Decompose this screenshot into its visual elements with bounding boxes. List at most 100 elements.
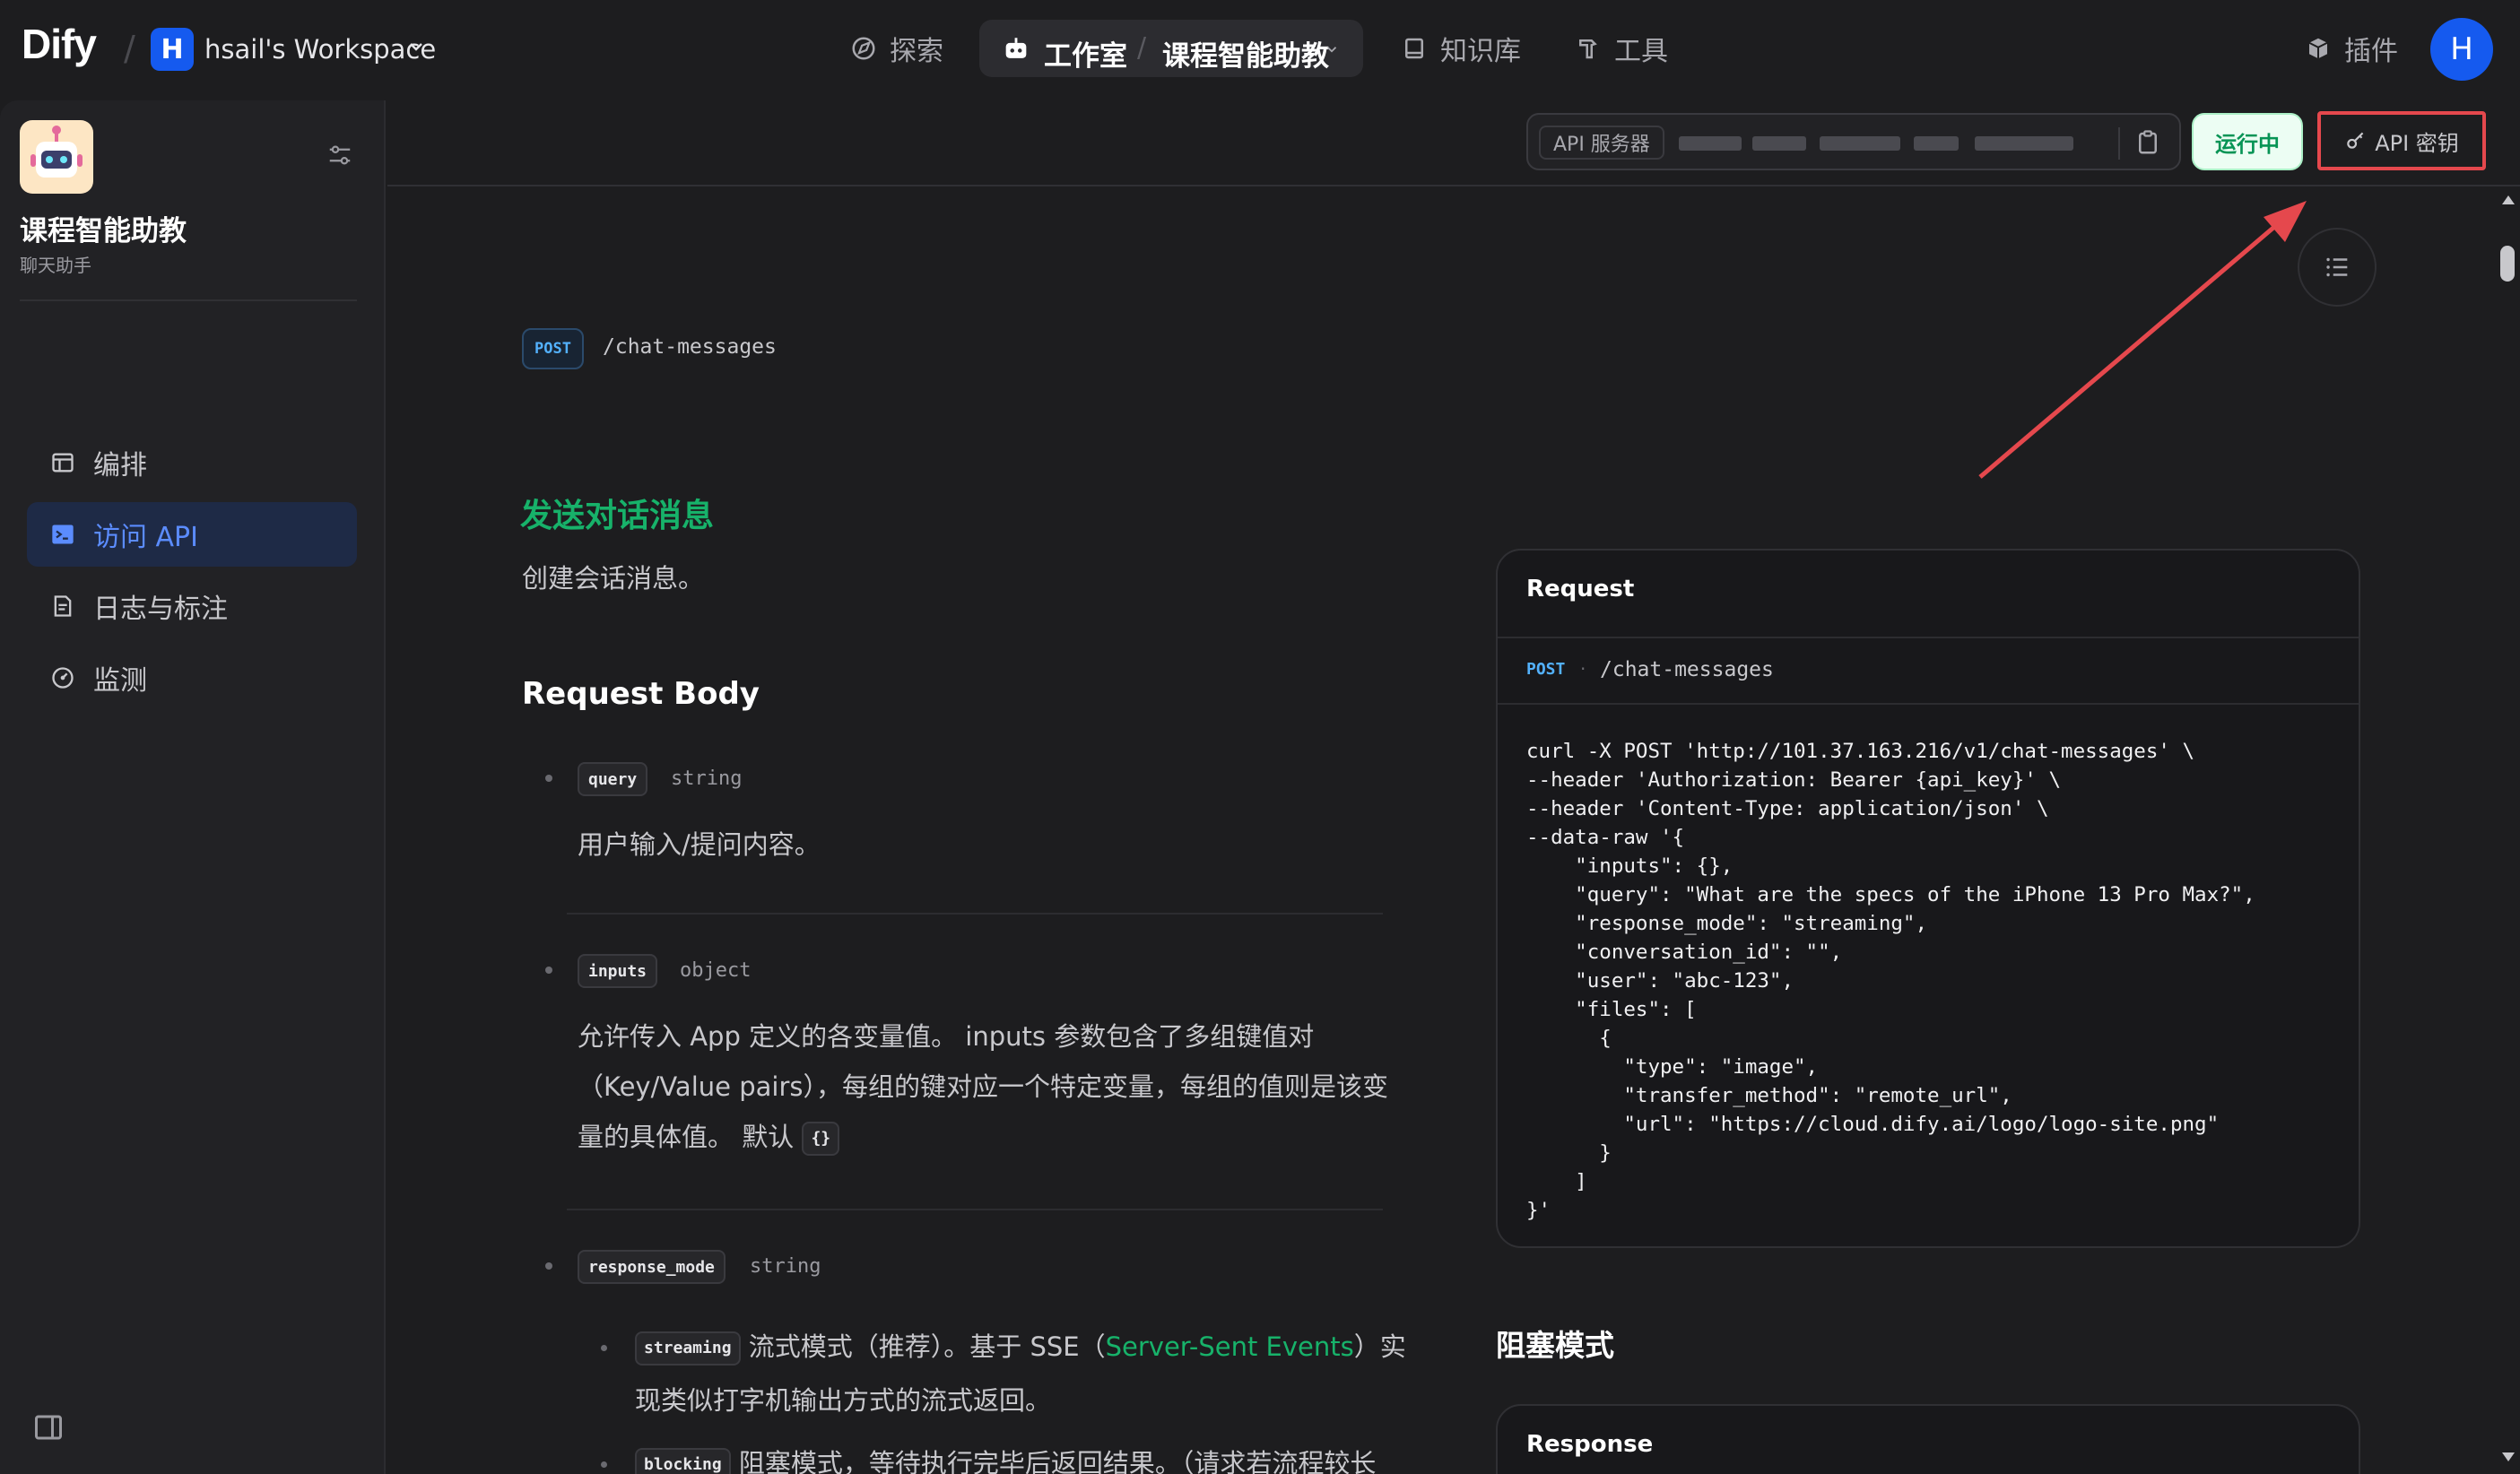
method-label: POST [1526, 660, 1566, 679]
divider [20, 299, 357, 301]
option-name: streaming [635, 1331, 741, 1366]
api-server-label: API 服务器 [1539, 126, 1664, 160]
api-toolbar: API 服务器 运行中 API 密钥 [387, 100, 2520, 186]
compass-icon [852, 37, 875, 60]
app-robot-icon[interactable] [20, 120, 93, 194]
panel-title: Response [1526, 1431, 1654, 1458]
divider [567, 1209, 1383, 1210]
main-content: API 服务器 运行中 API 密钥 POST /chat-messages 发… [387, 100, 2520, 1474]
section-title[interactable]: 发送对话消息 [520, 490, 714, 536]
divider [2118, 127, 2120, 160]
app-name: 课程智能助教 [20, 215, 187, 247]
scroll-up-arrow-icon[interactable] [2500, 194, 2516, 206]
sidebar-item-monitoring[interactable]: 监测 [27, 646, 357, 710]
bullet [545, 1262, 552, 1270]
sidebar-item-access-api[interactable]: 访问 API [27, 502, 357, 567]
request-code-panel: Request POST · /chat-messages curl -X PO… [1496, 549, 2360, 1248]
app-sidebar: 课程智能助教 聊天助手 编排 访问 API 日志与标注 监测 [0, 100, 386, 1474]
collapse-sidebar-icon[interactable] [32, 1411, 65, 1444]
workspace-avatar[interactable]: H [151, 28, 194, 71]
redacted-url [1752, 136, 1806, 151]
app-type: 聊天助手 [20, 255, 91, 276]
api-key-button[interactable]: API 密钥 [2317, 111, 2486, 170]
redacted-url [1975, 136, 2073, 151]
breadcrumb-separator: / [124, 29, 135, 68]
user-avatar[interactable]: H [2430, 18, 2493, 81]
param-description-line: 量的具体值。 默认 {} [578, 1112, 840, 1162]
nav-studio-label: 工作室 [1044, 40, 1127, 73]
robot-icon [1005, 38, 1027, 58]
chevron-down-icon[interactable] [1324, 41, 1340, 57]
param-type: string [750, 1255, 821, 1278]
book-icon [1405, 38, 1423, 59]
panel-title: Request [1526, 576, 1635, 603]
hammer-icon [1579, 39, 1597, 59]
nav-knowledge[interactable]: 知识库 [1401, 20, 1521, 77]
breadcrumb-separator: / [1137, 32, 1147, 64]
scroll-down-arrow-icon[interactable] [2500, 1451, 2516, 1463]
option-name: blocking [635, 1448, 731, 1474]
request-body-heading: Request Body [522, 676, 760, 712]
redacted-url [1679, 136, 1742, 151]
sse-link[interactable]: Server-Sent Events [1106, 1331, 1354, 1362]
param-description: 用户输入/提问内容。 [578, 829, 821, 860]
cube-icon [2308, 38, 2328, 59]
sidebar-item-label: 编排 [93, 450, 147, 481]
dify-logo[interactable]: Dify [22, 20, 97, 68]
nav-explore[interactable]: 探索 [850, 20, 943, 77]
bullet [601, 1345, 607, 1351]
sidebar-item-label: 日志与标注 [93, 594, 228, 625]
nav-explore-label: 探索 [890, 36, 943, 67]
divider [567, 913, 1383, 915]
divider [1498, 637, 2359, 638]
option-text: 阻塞模式，等待执行完毕后返回结果。（请求若流程较长 [738, 1448, 1377, 1474]
sidebar-item-orchestrate[interactable]: 编排 [27, 430, 357, 495]
endpoint-path: /chat-messages [1600, 658, 1774, 681]
sidebar-item-label: 访问 API [93, 522, 198, 553]
streaming-description: streaming 流式模式（推荐）。基于 SSE（Server-Sent Ev… [635, 1322, 1406, 1372]
api-key-label: API 密钥 [2375, 130, 2459, 156]
param-type: string [671, 767, 743, 790]
response-code-panel: Response [1496, 1404, 2360, 1474]
divider [1498, 703, 2359, 705]
option-text: ）实 [1353, 1331, 1406, 1362]
nav-tools[interactable]: 工具 [1575, 20, 1668, 77]
curl-code-block[interactable]: curl -X POST 'http://101.37.163.216/v1/c… [1526, 737, 2255, 1225]
table-of-contents-button[interactable] [2298, 228, 2377, 307]
current-app-name: 课程智能助教 [1162, 40, 1329, 73]
chevron-down-icon[interactable] [405, 36, 427, 57]
list-icon [2326, 257, 2348, 277]
gauge-icon [52, 667, 74, 689]
annotation-arrow [1978, 201, 2307, 479]
api-server-field[interactable]: API 服务器 [1526, 113, 2181, 170]
param-type: object [680, 959, 752, 982]
top-navigation-bar: Dify / H hsail's Workspace 探索 工作室 / 课程智能… [0, 0, 2520, 99]
bullet [545, 967, 552, 974]
settings-sliders-icon[interactable] [326, 142, 353, 169]
terminal-icon [52, 525, 74, 544]
param-name: response_mode [578, 1250, 726, 1284]
nav-plugins-label: 插件 [2344, 36, 2398, 67]
streaming-description-line: 现类似打字机输出方式的流式返回。 [635, 1385, 1052, 1416]
scrollbar-track[interactable] [2497, 186, 2520, 1474]
param-description-text: 量的具体值。 默认 [578, 1122, 795, 1152]
redacted-url [1820, 136, 1900, 151]
blocking-description: blocking 阻塞模式，等待执行完毕后返回结果。（请求若流程较长 [635, 1438, 1376, 1474]
bullet [601, 1461, 607, 1468]
param-description-line: 允许传入 App 定义的各变量值。 inputs 参数包含了多组键值对 [578, 1021, 1315, 1052]
endpoint-path: /chat-messages [603, 335, 777, 359]
default-value: {} [802, 1122, 840, 1156]
nav-studio[interactable]: 工作室 / 课程智能助教 [979, 20, 1363, 77]
sidebar-item-logs[interactable]: 日志与标注 [27, 574, 357, 638]
blocking-mode-heading: 阻塞模式 [1496, 1328, 1614, 1363]
clipboard-icon[interactable] [2134, 129, 2161, 156]
nav-plugins[interactable]: 插件 [2305, 20, 2398, 77]
scrollbar-thumb[interactable] [2500, 246, 2515, 282]
nav-knowledge-label: 知识库 [1440, 36, 1521, 67]
param-name: inputs [578, 954, 658, 988]
section-description: 创建会话消息。 [522, 563, 705, 594]
file-list-icon [54, 595, 72, 617]
separator: · [1580, 658, 1586, 680]
redacted-url [1914, 136, 1959, 151]
workspace-name[interactable]: hsail's Workspace [204, 34, 436, 65]
